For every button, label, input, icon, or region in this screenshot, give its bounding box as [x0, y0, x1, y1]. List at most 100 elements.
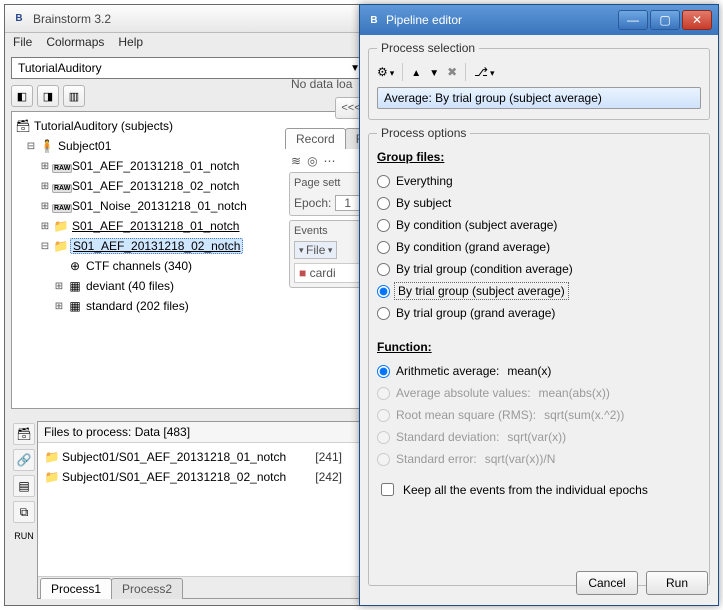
folder-icon: 📁: [42, 470, 62, 484]
epoch-label: Epoch:: [294, 196, 331, 210]
subjects-view-icon[interactable]: ◧: [11, 85, 33, 107]
branch-button[interactable]: [474, 65, 494, 79]
keep-events-checkbox[interactable]: Keep all the events from the individual …: [377, 480, 701, 499]
menu-file[interactable]: File: [13, 35, 32, 51]
selected-process[interactable]: Average: By trial group (subject average…: [377, 87, 701, 109]
file-menu-button[interactable]: ▾ File ▾: [294, 241, 337, 259]
function-option: Standard error: sqrt(var(x))/N: [377, 448, 701, 470]
expand-icon[interactable]: ⊞: [38, 201, 52, 212]
radio[interactable]: [377, 263, 390, 276]
maximize-button[interactable]: ▢: [650, 10, 680, 30]
minimize-button[interactable]: —: [618, 10, 648, 30]
group-option[interactable]: By condition (subject average): [377, 214, 701, 236]
db-icon: 🗃: [14, 119, 32, 133]
process-selection-group: Process selection Average: By trial grou…: [368, 41, 710, 120]
radio: [377, 453, 390, 466]
menu-colormaps[interactable]: Colormaps: [46, 35, 104, 51]
radio[interactable]: [377, 219, 390, 232]
protocol-value: TutorialAuditory: [18, 61, 102, 75]
menu-help[interactable]: Help: [118, 35, 143, 51]
radio[interactable]: [377, 197, 390, 210]
group-option-selected[interactable]: By trial group (subject average): [377, 280, 701, 302]
collapse-icon[interactable]: ⊟: [38, 241, 52, 252]
group-option[interactable]: By condition (grand average): [377, 236, 701, 258]
process-selection-legend: Process selection: [377, 41, 479, 55]
layers-icon[interactable]: ≋: [291, 154, 301, 168]
group-option[interactable]: Everything: [377, 170, 701, 192]
raw-icon: RAW: [52, 199, 70, 213]
function-option: Standard deviation: sqrt(var(x)): [377, 426, 701, 448]
function-option: Average absolute values: mean(abs(x)): [377, 382, 701, 404]
close-button[interactable]: ✕: [682, 10, 712, 30]
expand-icon[interactable]: ⊞: [52, 281, 66, 292]
dialog-buttons: Cancel Run: [576, 571, 708, 595]
gear-icon[interactable]: [377, 65, 394, 79]
group-option[interactable]: By trial group (grand average): [377, 302, 701, 324]
tab-process2[interactable]: Process2: [111, 578, 183, 599]
dialog-title: Pipeline editor: [386, 13, 462, 27]
process-toolbar: 🗃 🔗 ▤ ⧉ RUN: [11, 421, 37, 599]
expand-icon[interactable]: ⊞: [38, 221, 52, 232]
expand-icon[interactable]: ⊞: [38, 181, 52, 192]
menu-icon[interactable]: ⋯: [324, 154, 336, 168]
main-titlebar: B Brainstorm 3.2: [5, 5, 373, 33]
db-icon[interactable]: 🗃: [13, 423, 35, 445]
files-area: 🗃 🔗 ▤ ⧉ RUN Files to process: Data [483]…: [11, 421, 367, 599]
expand-icon[interactable]: ⊞: [38, 161, 52, 172]
radio[interactable]: [377, 241, 390, 254]
process-options-group: Process options Group files: Everything …: [368, 126, 710, 586]
selection-toolbar: [377, 61, 701, 87]
function-option: Root mean square (RMS): sqrt(sum(x.^2)): [377, 404, 701, 426]
function-option[interactable]: Arithmetic average: mean(x): [377, 360, 701, 382]
process-tabs: Process1 Process2: [38, 576, 366, 598]
function-heading: Function:: [377, 340, 701, 354]
folder-icon: 📁: [42, 450, 62, 464]
copy-icon[interactable]: ⧉: [13, 501, 35, 523]
move-up-button[interactable]: [411, 65, 421, 79]
files-header: Files to process: Data [483]: [38, 422, 366, 443]
radio[interactable]: [377, 307, 390, 320]
raw-icon: RAW: [52, 179, 70, 193]
group-icon: ▦: [66, 299, 84, 313]
delete-button[interactable]: [447, 65, 457, 79]
separator: [465, 63, 466, 81]
display-icon[interactable]: ▥: [63, 85, 85, 107]
separator: [402, 63, 403, 81]
radio: [377, 409, 390, 422]
checkbox[interactable]: [381, 483, 394, 496]
target-icon[interactable]: ◎: [307, 154, 317, 168]
radio[interactable]: [377, 285, 390, 298]
run-label[interactable]: RUN: [14, 531, 34, 541]
radio[interactable]: [377, 365, 390, 378]
studies-view-icon[interactable]: ◨: [37, 85, 59, 107]
process-options-legend: Process options: [377, 126, 470, 140]
stack-icon[interactable]: ▤: [13, 475, 35, 497]
app-icon: B: [11, 11, 27, 27]
main-title: Brainstorm 3.2: [33, 12, 111, 26]
files-box: Files to process: Data [483] 📁 Subject01…: [37, 421, 367, 599]
file-row[interactable]: 📁 Subject01/S01_AEF_20131218_02_notch [2…: [42, 467, 362, 487]
subject-icon: 🧍: [38, 139, 56, 153]
group-option[interactable]: By trial group (condition average): [377, 258, 701, 280]
group-files-heading: Group files:: [377, 150, 701, 164]
pipeline-editor-dialog: B Pipeline editor — ▢ ✕ Process selectio…: [359, 4, 719, 606]
epoch-value[interactable]: 1: [335, 195, 360, 211]
tab-process1[interactable]: Process1: [40, 578, 112, 599]
group-option[interactable]: By subject: [377, 192, 701, 214]
tab-record[interactable]: Record: [285, 128, 346, 149]
expand-icon[interactable]: ⊞: [52, 301, 66, 312]
file-row[interactable]: 📁 Subject01/S01_AEF_20131218_01_notch [2…: [42, 447, 362, 467]
menubar: File Colormaps Help: [5, 33, 373, 53]
radio: [377, 431, 390, 444]
collapse-icon[interactable]: ⊟: [24, 141, 38, 152]
dialog-titlebar[interactable]: B Pipeline editor — ▢ ✕: [360, 5, 718, 35]
run-button[interactable]: Run: [646, 571, 708, 595]
files-list[interactable]: 📁 Subject01/S01_AEF_20131218_01_notch [2…: [38, 443, 366, 576]
folder-icon: 📁: [52, 239, 70, 253]
link-icon[interactable]: 🔗: [13, 449, 35, 471]
channels-icon: ⊕: [66, 259, 84, 273]
cancel-button[interactable]: Cancel: [576, 571, 638, 595]
move-down-button[interactable]: [429, 65, 439, 79]
radio[interactable]: [377, 175, 390, 188]
folder-icon: 📁: [52, 219, 70, 233]
